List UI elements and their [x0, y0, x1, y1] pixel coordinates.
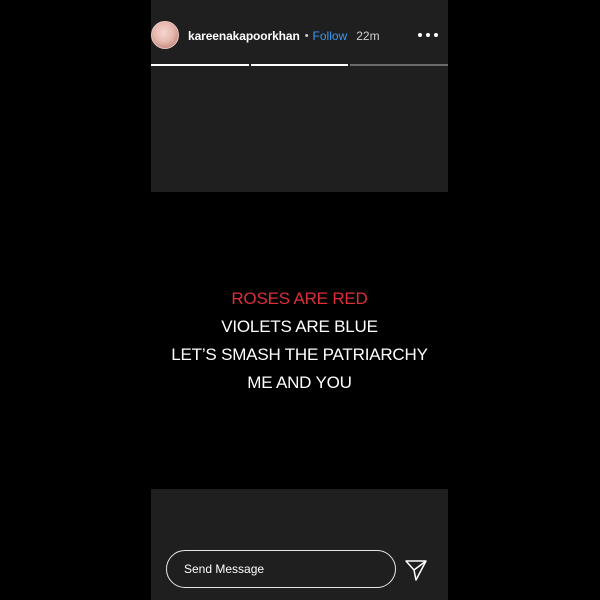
- follow-button[interactable]: Follow: [313, 29, 348, 43]
- more-options-icon[interactable]: [413, 28, 443, 42]
- progress-segment: [151, 64, 249, 66]
- story-footer: Send Message: [151, 489, 448, 600]
- story-line: LET’S SMASH THE PATRIARCHY: [171, 345, 428, 364]
- story-line: VIOLETS ARE BLUE: [221, 317, 378, 336]
- story-progress: [151, 64, 449, 66]
- story-line: ME AND YOU: [247, 373, 352, 392]
- send-message-input[interactable]: Send Message: [166, 550, 396, 588]
- progress-fill: [151, 64, 249, 66]
- paper-plane-icon[interactable]: [404, 558, 428, 582]
- progress-segment: [250, 64, 349, 66]
- header-text: kareenakapoorkhan • Follow 22m: [188, 27, 380, 45]
- story-header: kareenakapoorkhan • Follow 22m: [151, 0, 449, 76]
- more-dot-3: [434, 33, 438, 37]
- story-viewer[interactable]: kareenakapoorkhan • Follow 22m ROSES ARE…: [151, 0, 449, 600]
- username[interactable]: kareenakapoorkhan: [188, 29, 300, 43]
- separator-dot: •: [304, 30, 309, 42]
- screen: kareenakapoorkhan • Follow 22m ROSES ARE…: [0, 0, 600, 600]
- more-dot-1: [418, 33, 422, 37]
- story-upper-area: [151, 76, 448, 192]
- send-message-placeholder: Send Message: [184, 562, 265, 576]
- progress-segment: [350, 64, 449, 66]
- progress-fill: [250, 64, 349, 66]
- story-content: ROSES ARE RED VIOLETS ARE BLUE LET’S SMA…: [151, 192, 448, 489]
- story-text: ROSES ARE RED VIOLETS ARE BLUE LET’S SMA…: [151, 285, 448, 397]
- avatar[interactable]: [151, 21, 179, 49]
- more-dot-2: [426, 33, 430, 37]
- story-line: ROSES ARE RED: [231, 289, 368, 308]
- timestamp: 22m: [356, 29, 380, 43]
